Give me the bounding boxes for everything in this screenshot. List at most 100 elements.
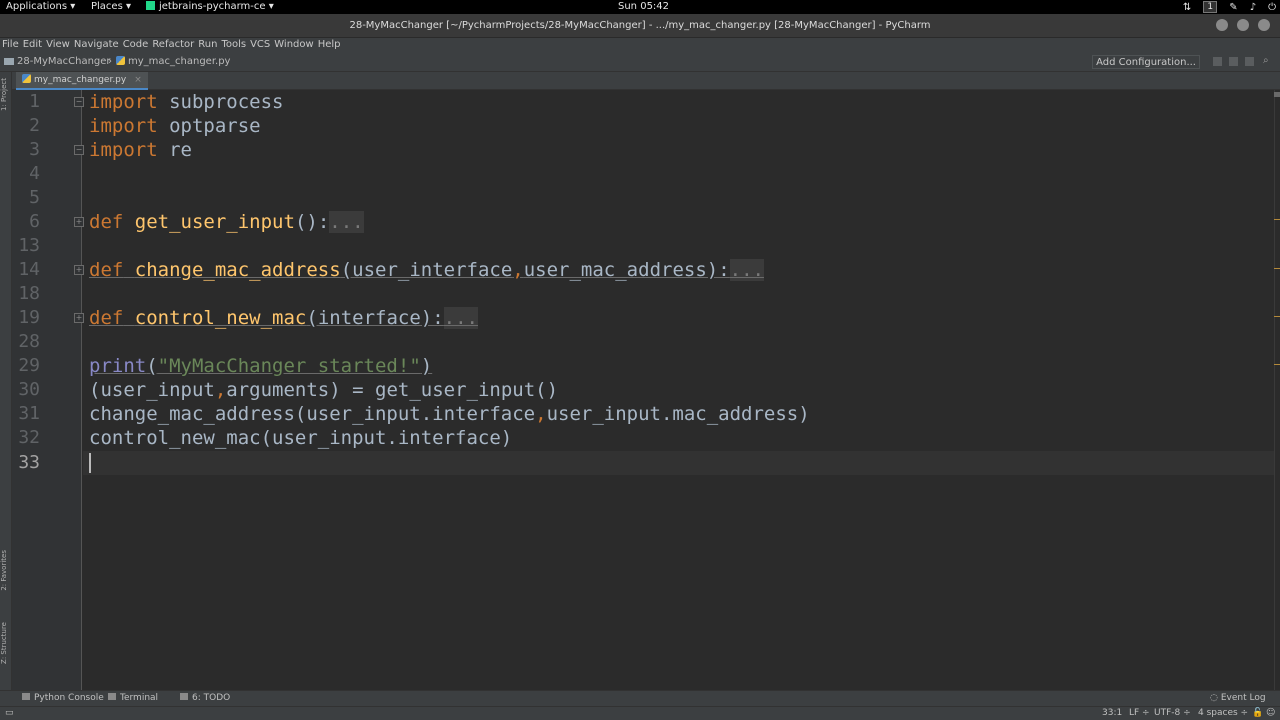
terminal-label: Terminal <box>120 693 159 703</box>
pycharm-app-icon <box>146 1 155 10</box>
fold-expand-icon[interactable]: + <box>74 313 84 323</box>
menu-tools[interactable]: Tools <box>221 38 250 52</box>
function-name: control_new_mac <box>134 307 307 329</box>
folded-code-placeholder[interactable]: ... <box>729 259 764 281</box>
fold-expand-icon[interactable]: + <box>74 265 84 275</box>
left-tool-strip: 1: Project 2: Favorites Z: Structure <box>0 72 12 690</box>
clock[interactable]: Sun 05:42 <box>618 0 669 14</box>
network-icon[interactable]: ⇅ <box>1183 2 1191 13</box>
todo-button[interactable]: 6: TODO <box>180 691 230 706</box>
menu-run[interactable]: Run <box>198 38 221 52</box>
places-menu[interactable]: Places ▾ <box>91 0 131 14</box>
close-button[interactable] <box>1258 19 1270 31</box>
code-line-1[interactable]: import subprocess <box>89 90 283 114</box>
line-number: 31 <box>18 403 40 424</box>
code-text: change_mac_address(user_input.interface <box>89 403 536 425</box>
workspace-indicator[interactable]: 1 <box>1203 1 1218 13</box>
indent-setting[interactable]: 4 spaces ÷ <box>1198 707 1248 720</box>
menu-refactor[interactable]: Refactor <box>152 38 198 52</box>
fold-toggle-icon[interactable]: − <box>74 97 84 107</box>
debug-icon[interactable] <box>1229 57 1238 66</box>
line-number: 14 <box>18 259 40 280</box>
line-separator[interactable]: LF ÷ <box>1129 707 1150 720</box>
stripe-marker[interactable] <box>1274 316 1280 317</box>
keyword: import <box>89 91 158 113</box>
run-icon[interactable] <box>1213 57 1222 66</box>
menu-navigate[interactable]: Navigate <box>74 38 123 52</box>
tab-label: my_mac_changer.py <box>34 75 127 85</box>
fold-toggle-icon[interactable]: − <box>74 145 84 155</box>
tool-icon[interactable]: ✎ <box>1229 2 1237 13</box>
editor-tab-bar: my_mac_changer.py × <box>12 72 1280 90</box>
breadcrumb-file[interactable]: my_mac_changer.py <box>116 52 230 72</box>
line-number: 13 <box>18 235 40 256</box>
menu-edit[interactable]: Edit <box>23 38 46 52</box>
stop-icon[interactable] <box>1245 57 1254 66</box>
caret-position[interactable]: 33:1 <box>1102 707 1122 720</box>
code-line-32[interactable]: control_new_mac(user_input.interface) <box>89 426 512 450</box>
python-console-label: Python Console <box>34 693 104 703</box>
power-icon[interactable]: ⏻ <box>1268 2 1276 13</box>
code-line-29[interactable]: print("MyMacChanger started!") <box>89 354 432 378</box>
error-stripe[interactable] <box>1274 90 1280 690</box>
event-log-button[interactable]: ◌ Event Log <box>1210 691 1266 706</box>
line-number: 30 <box>18 379 40 400</box>
keyword: def <box>89 259 124 281</box>
inspection-status-icon[interactable] <box>1274 92 1280 97</box>
code-line-3[interactable]: import re <box>89 138 192 162</box>
code-text: (user_input <box>89 379 215 401</box>
toggle-tool-windows-icon[interactable]: ▭ <box>5 707 14 720</box>
line-number: 32 <box>18 427 40 448</box>
structure-tool-button[interactable]: Z: Structure <box>0 622 12 664</box>
stripe-marker[interactable] <box>1274 268 1280 269</box>
folded-code-placeholder[interactable]: ... <box>329 211 364 233</box>
minimize-button[interactable] <box>1216 19 1228 31</box>
menu-bar: File Edit View Navigate Code Refactor Ru… <box>0 38 1280 52</box>
menu-code[interactable]: Code <box>123 38 153 52</box>
code-text: user_input.mac_address) <box>546 403 810 425</box>
file-encoding[interactable]: UTF-8 ÷ <box>1154 707 1191 720</box>
code-text: (): <box>294 211 330 233</box>
keyword: def <box>89 307 124 329</box>
menu-view[interactable]: View <box>46 38 74 52</box>
maximize-button[interactable] <box>1237 19 1249 31</box>
code-text: control_new_mac(user_input.interface) <box>89 427 513 449</box>
code-text: (user_interface <box>340 259 513 281</box>
menu-help[interactable]: Help <box>318 38 345 52</box>
code-line-14[interactable]: def change_mac_address(user_interface,us… <box>89 258 764 282</box>
applications-menu[interactable]: Applications ▾ <box>6 0 75 14</box>
code-line-31[interactable]: change_mac_address(user_input.interface,… <box>89 402 810 426</box>
tab-my-mac-changer[interactable]: my_mac_changer.py × <box>16 72 148 90</box>
status-bar: ▭ 33:1 LF ÷ UTF-8 ÷ 4 spaces ÷ 🔓 ☺ <box>0 706 1280 720</box>
function-name: change_mac_address <box>134 259 341 281</box>
comma-warning: , <box>214 379 227 401</box>
line-number: 3 <box>29 139 40 160</box>
stripe-marker[interactable] <box>1274 219 1280 220</box>
menu-window[interactable]: Window <box>274 38 317 52</box>
line-number: 1 <box>29 91 40 112</box>
inspector-icon[interactable]: ☺ <box>1266 707 1275 720</box>
comma-warning: , <box>535 403 547 425</box>
menu-vcs[interactable]: VCS <box>250 38 274 52</box>
menu-file[interactable]: File <box>2 38 23 52</box>
code-line-6[interactable]: def get_user_input():... <box>89 210 364 234</box>
fold-expand-icon[interactable]: + <box>74 217 84 227</box>
close-tab-icon[interactable]: × <box>134 75 142 85</box>
favorites-tool-button[interactable]: 2: Favorites <box>0 550 12 591</box>
breadcrumb-project[interactable]: 28-MyMacChanger <box>4 52 111 72</box>
volume-icon[interactable]: ♪ <box>1250 2 1256 13</box>
line-number: 4 <box>29 163 40 184</box>
stripe-marker[interactable] <box>1274 364 1280 365</box>
code-text: ( <box>146 355 158 377</box>
python-console-button[interactable]: Python Console <box>22 691 104 706</box>
project-tool-button[interactable]: 1: Project <box>0 78 12 111</box>
folded-code-placeholder[interactable]: ... <box>443 307 478 329</box>
code-line-19[interactable]: def control_new_mac(interface):... <box>89 306 478 330</box>
search-icon[interactable]: ⌕ <box>1263 56 1272 66</box>
active-app-menu[interactable]: jetbrains-pycharm-ce ▾ <box>146 0 274 14</box>
code-line-2[interactable]: import optparse <box>89 114 261 138</box>
terminal-button[interactable]: Terminal <box>108 691 158 706</box>
add-configuration-button[interactable]: Add Configuration... <box>1092 55 1200 69</box>
lock-icon[interactable]: 🔓 <box>1252 707 1263 720</box>
code-line-30[interactable]: (user_input,arguments) = get_user_input(… <box>89 378 558 402</box>
